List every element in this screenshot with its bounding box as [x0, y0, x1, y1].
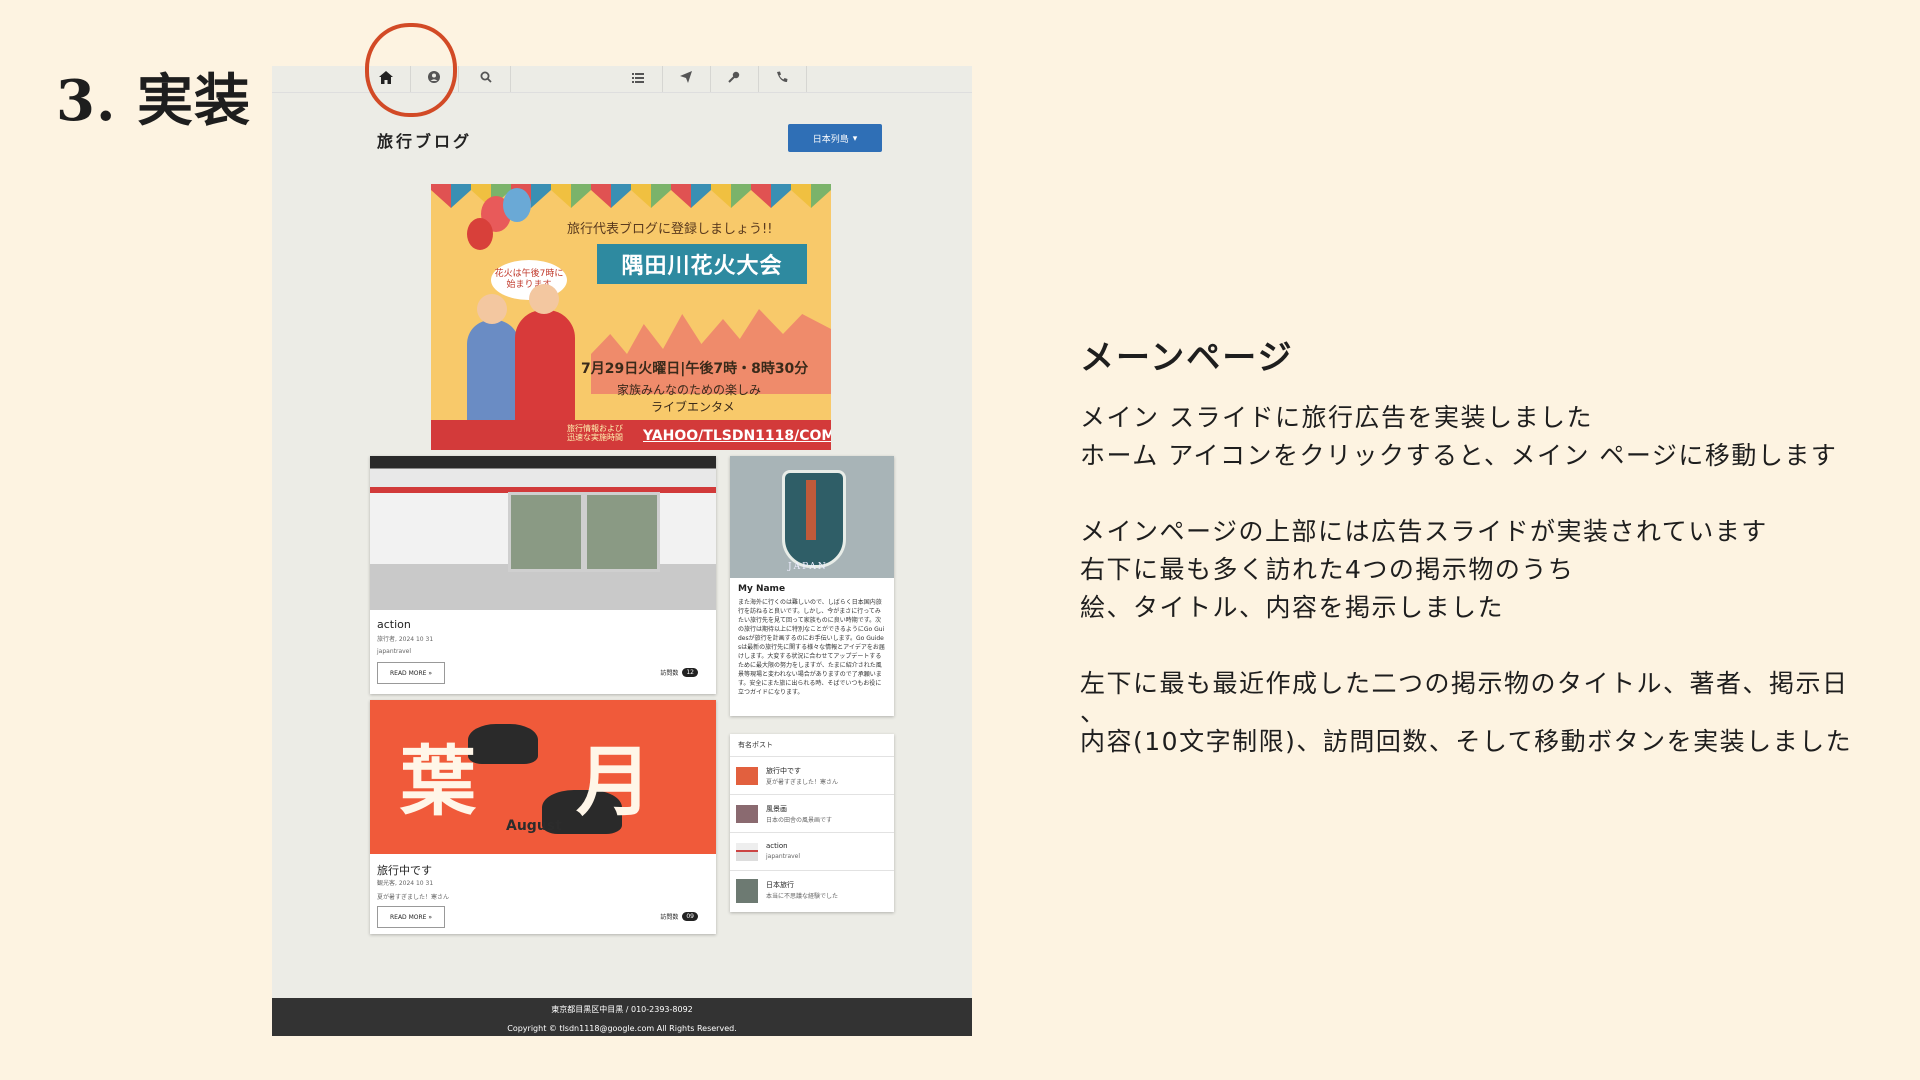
popular-thumbnail — [736, 767, 758, 785]
description-heading: メーンページ — [1080, 338, 1294, 378]
description-line: 左下に最も最近作成した二つの掲示物のタイトル、著者、掲示日 — [1080, 669, 1849, 698]
art-kanji: 月 — [576, 737, 652, 826]
train-door — [584, 492, 660, 572]
description-line: 絵、タイトル、内容を掲示しました — [1080, 593, 1505, 622]
footer-copyright: Copyright © tlsdn1118@google.com All Rig… — [507, 1024, 737, 1033]
profile-bio: また海外に行くのは難しいので、しばらく日本国内旅行を訪ねると良いです。しかし、今… — [738, 599, 885, 696]
balloon-icon — [467, 218, 493, 250]
description-line: メイン スライドに旅行広告を実装しました — [1080, 403, 1593, 432]
list-icon — [632, 72, 644, 87]
footer-address: 東京都目黒区中目黒 / 010-2393-8092 — [551, 1005, 693, 1014]
description-line: 右下に最も多く訪れた4つの掲示物のうち — [1080, 555, 1575, 584]
visit-badge: 12 — [682, 668, 698, 677]
popular-item-desc: japantravel — [766, 853, 801, 860]
visit-label: 訪問数 — [660, 914, 679, 921]
nav-send[interactable] — [662, 66, 711, 92]
banner-subtext: ライブエンタメ — [651, 400, 735, 414]
child-illustration — [467, 320, 519, 430]
popular-item-title: 風景画 — [766, 805, 787, 813]
popular-item[interactable]: 風景画 日本の田舎の風景画です — [730, 794, 894, 833]
highlight-circle-annotation — [365, 23, 457, 117]
description-line: 内容(10文字制限)、訪問回数、そして移動ボタンを実装しました — [1080, 727, 1853, 756]
popular-item-desc: 夏が暑すぎました！寒さん — [766, 779, 839, 786]
post-title: 旅行中です — [377, 864, 432, 877]
skyline-illustration — [591, 309, 831, 394]
site-footer: 東京都目黒区中目黒 / 010-2393-8092 Copyright © tl… — [272, 998, 972, 1036]
phone-icon — [776, 71, 788, 87]
popular-posts: 有名ポスト 旅行中です 夏が暑すぎました！寒さん 風景画 日本の田舎の風景画です… — [730, 734, 894, 912]
description-panel: メーンページ メイン スライドに旅行広告を実装しました ホーム アイコンをクリッ… — [1080, 330, 1900, 761]
post-meta: 旅行者, 2024 10 31 — [377, 636, 434, 643]
child-head — [529, 284, 559, 314]
read-more-button[interactable]: READ MORE » — [377, 906, 445, 928]
key-icon — [728, 71, 740, 87]
post-card: 葉 月 August 旅行中です 観光客, 2024 10 31 夏が暑すぎまし… — [370, 700, 716, 934]
language-dropdown-button[interactable]: 日本列島 ▾ — [788, 124, 882, 152]
child-head — [477, 294, 507, 324]
post-meta: 観光客, 2024 10 31 — [377, 880, 434, 887]
profile-image: JAPAN — [730, 456, 894, 578]
banner-info: 旅行情報および迅速な実施時間 — [567, 424, 623, 442]
popular-item-desc: 本当に不思議な経験でした — [766, 893, 839, 900]
post-card: action 旅行者, 2024 10 31 japantravel READ … — [370, 456, 716, 694]
visit-count: 訪問数 12 — [660, 668, 698, 677]
cat-illustration — [468, 724, 538, 764]
description-line: 、 — [1080, 698, 1107, 727]
nav-search[interactable] — [462, 66, 511, 92]
slide-title: 3. 実装 — [56, 68, 251, 134]
pagoda-icon — [806, 480, 816, 540]
banner-tagline: 旅行代表ブログに登録しましょう!! — [567, 222, 773, 237]
child-illustration — [515, 310, 575, 430]
read-more-button[interactable]: READ MORE » — [377, 662, 445, 684]
visit-label: 訪問数 — [660, 670, 679, 677]
banner-event-title: 隅田川花火大会 — [597, 244, 807, 284]
post-desc: japantravel — [377, 648, 412, 655]
popular-thumbnail — [736, 843, 758, 861]
send-icon — [680, 71, 692, 87]
visit-count: 訪問数 09 — [660, 912, 698, 921]
nav-key[interactable] — [710, 66, 759, 92]
popular-item[interactable]: 日本旅行 本当に不思議な経験でした — [730, 870, 894, 909]
post-image-train[interactable] — [370, 456, 716, 610]
popular-item[interactable]: action japantravel — [730, 832, 894, 871]
visit-badge: 09 — [682, 912, 698, 921]
description-line: ホーム アイコンをクリックすると、メイン ページに移動します — [1080, 441, 1838, 470]
popular-item-title: 旅行中です — [766, 767, 801, 775]
banner-subtext: 家族みんなのための楽しみ — [617, 383, 762, 397]
popular-item-desc: 日本の田舎の風景画です — [766, 817, 833, 824]
badge-label: JAPAN — [788, 562, 828, 572]
popular-heading: 有名ポスト — [738, 741, 773, 749]
post-title: action — [377, 618, 411, 631]
website-screenshot: 旅行ブログ 日本列島 ▾ 旅行代表ブログに登録しましょう!! 隅田川花火大会 花… — [272, 66, 972, 1036]
nav-phone[interactable] — [758, 66, 807, 92]
popular-item-title: action — [766, 842, 788, 850]
ad-banner-slide[interactable]: 旅行代表ブログに登録しましょう!! 隅田川花火大会 花火は午後7時に始まります … — [431, 184, 831, 450]
post-desc: 夏が暑すぎました！寒さん — [377, 894, 450, 901]
popular-thumbnail — [736, 879, 758, 903]
banner-url-link[interactable]: YAHOO/TLSDN1118/COM — [643, 428, 831, 444]
banner-date: 7月29日火曜日|午後7時・8時30分 — [581, 361, 809, 377]
train-door — [508, 492, 584, 572]
art-kanji: 葉 — [400, 737, 476, 826]
caret-down-icon: ▾ — [852, 132, 858, 143]
blog-title: 旅行ブログ — [377, 132, 473, 151]
nav-list[interactable] — [614, 66, 663, 92]
search-icon — [480, 71, 492, 87]
popular-item-title: 日本旅行 — [766, 881, 794, 889]
description-line: メインページの上部には広告スライドが実装されています — [1080, 517, 1768, 546]
profile-name: My Name — [738, 584, 786, 594]
post-image-art[interactable]: 葉 月 August — [370, 700, 716, 854]
popular-item[interactable]: 旅行中です 夏が暑すぎました！寒さん — [730, 756, 894, 795]
balloon-icon — [503, 188, 531, 222]
profile-card: JAPAN My Name また海外に行くのは難しいので、しばらく日本国内旅行を… — [730, 456, 894, 716]
popular-thumbnail — [736, 805, 758, 823]
language-label: 日本列島 — [812, 133, 849, 144]
art-caption: August — [506, 818, 562, 834]
